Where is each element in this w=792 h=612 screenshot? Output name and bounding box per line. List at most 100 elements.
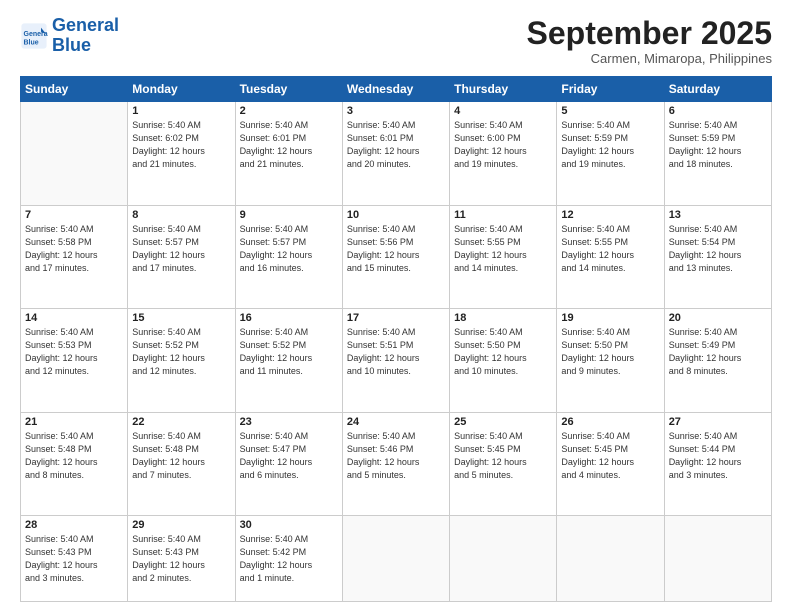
table-row: 27 Sunrise: 5:40 AM Sunset: 5:44 PM Dayli… [664, 412, 771, 515]
table-row: 2Sunrise: 5:40 AM Sunset: 6:01 PM Daylig… [235, 102, 342, 205]
table-row [557, 515, 664, 601]
day-info: Sunrise: 5:40 AM Sunset: 5:59 PM Dayligh… [669, 119, 767, 171]
day-number: 12 [561, 209, 659, 221]
month-title: September 2025 [527, 16, 772, 51]
svg-text:Blue: Blue [24, 39, 39, 46]
day-info: Sunrise: 5:40 AM Sunset: 5:44 PM Dayligh… [669, 430, 767, 482]
day-info: Sunrise: 5:40 AM Sunset: 6:01 PM Dayligh… [347, 119, 445, 171]
table-row [342, 515, 449, 601]
day-number: 29 [132, 519, 230, 531]
day-info: Sunrise: 5:40 AM Sunset: 5:55 PM Dayligh… [454, 223, 552, 275]
day-info: Sunrise: 5:40 AM Sunset: 5:51 PM Dayligh… [347, 326, 445, 378]
page: General Blue GeneralBlue September 2025 … [0, 0, 792, 612]
day-info: Sunrise: 5:40 AM Sunset: 5:57 PM Dayligh… [132, 223, 230, 275]
table-row: 26 Sunrise: 5:40 AM Sunset: 5:45 PM Dayli… [557, 412, 664, 515]
col-friday: Friday [557, 77, 664, 102]
day-info: Sunrise: 5:40 AM Sunset: 5:42 PM Dayligh… [240, 533, 338, 585]
table-row [450, 515, 557, 601]
table-row: 18 Sunrise: 5:40 AM Sunset: 5:50 PM Dayli… [450, 309, 557, 412]
table-row: 11 Sunrise: 5:40 AM Sunset: 5:55 PM Dayli… [450, 205, 557, 308]
day-number: 26 [561, 416, 659, 428]
day-number: 20 [669, 312, 767, 324]
day-number: 24 [347, 416, 445, 428]
day-number: 15 [132, 312, 230, 324]
calendar-week-row: 28 Sunrise: 5:40 AM Sunset: 5:43 PM Dayli… [21, 515, 772, 601]
day-info: Sunrise: 5:40 AM Sunset: 5:52 PM Dayligh… [240, 326, 338, 378]
calendar-week-row: 7 Sunrise: 5:40 AM Sunset: 5:58 PM Daylig… [21, 205, 772, 308]
calendar-header-row: Sunday Monday Tuesday Wednesday Thursday… [21, 77, 772, 102]
calendar-week-row: 1Sunrise: 5:40 AM Sunset: 6:02 PM Daylig… [21, 102, 772, 205]
calendar-table: Sunday Monday Tuesday Wednesday Thursday… [20, 76, 772, 602]
day-info: Sunrise: 5:40 AM Sunset: 5:48 PM Dayligh… [25, 430, 123, 482]
day-number: 21 [25, 416, 123, 428]
day-number: 8 [132, 209, 230, 221]
day-number: 2 [240, 105, 338, 117]
day-number: 19 [561, 312, 659, 324]
logo-text: GeneralBlue [52, 16, 119, 56]
table-row: 9Sunrise: 5:40 AM Sunset: 5:57 PM Daylig… [235, 205, 342, 308]
day-number: 18 [454, 312, 552, 324]
day-number: 27 [669, 416, 767, 428]
day-number: 30 [240, 519, 338, 531]
table-row: 25Sunrise: 5:40 AM Sunset: 5:45 PM Dayli… [450, 412, 557, 515]
table-row: 17 Sunrise: 5:40 AM Sunset: 5:51 PM Dayli… [342, 309, 449, 412]
day-info: Sunrise: 5:40 AM Sunset: 5:50 PM Dayligh… [454, 326, 552, 378]
table-row [664, 515, 771, 601]
day-number: 5 [561, 105, 659, 117]
day-info: Sunrise: 5:40 AM Sunset: 5:43 PM Dayligh… [25, 533, 123, 585]
location: Carmen, Mimaropa, Philippines [527, 51, 772, 66]
table-row: 22 Sunrise: 5:40 AM Sunset: 5:48 PM Dayli… [128, 412, 235, 515]
day-number: 23 [240, 416, 338, 428]
day-number: 28 [25, 519, 123, 531]
day-number: 7 [25, 209, 123, 221]
logo-icon: General Blue [20, 22, 48, 50]
table-row: 21 Sunrise: 5:40 AM Sunset: 5:48 PM Dayli… [21, 412, 128, 515]
table-row: 24 Sunrise: 5:40 AM Sunset: 5:46 PM Dayli… [342, 412, 449, 515]
table-row [21, 102, 128, 205]
table-row: 5 Sunrise: 5:40 AM Sunset: 5:59 PM Daylig… [557, 102, 664, 205]
col-wednesday: Wednesday [342, 77, 449, 102]
day-info: Sunrise: 5:40 AM Sunset: 5:53 PM Dayligh… [25, 326, 123, 378]
day-number: 22 [132, 416, 230, 428]
day-info: Sunrise: 5:40 AM Sunset: 5:43 PM Dayligh… [132, 533, 230, 585]
day-info: Sunrise: 5:40 AM Sunset: 5:52 PM Dayligh… [132, 326, 230, 378]
table-row: 28 Sunrise: 5:40 AM Sunset: 5:43 PM Dayli… [21, 515, 128, 601]
table-row: 12 Sunrise: 5:40 AM Sunset: 5:55 PM Dayli… [557, 205, 664, 308]
header: General Blue GeneralBlue September 2025 … [20, 16, 772, 66]
day-info: Sunrise: 5:40 AM Sunset: 5:48 PM Dayligh… [132, 430, 230, 482]
col-monday: Monday [128, 77, 235, 102]
day-number: 6 [669, 105, 767, 117]
table-row: 19 Sunrise: 5:40 AM Sunset: 5:50 PM Dayli… [557, 309, 664, 412]
day-number: 9 [240, 209, 338, 221]
table-row: 29 Sunrise: 5:40 AM Sunset: 5:43 PM Dayli… [128, 515, 235, 601]
col-tuesday: Tuesday [235, 77, 342, 102]
day-info: Sunrise: 5:40 AM Sunset: 5:58 PM Dayligh… [25, 223, 123, 275]
day-info: Sunrise: 5:40 AM Sunset: 5:45 PM Dayligh… [561, 430, 659, 482]
table-row: 16Sunrise: 5:40 AM Sunset: 5:52 PM Dayli… [235, 309, 342, 412]
logo: General Blue GeneralBlue [20, 16, 119, 56]
col-saturday: Saturday [664, 77, 771, 102]
table-row: 14 Sunrise: 5:40 AM Sunset: 5:53 PM Dayli… [21, 309, 128, 412]
day-info: Sunrise: 5:40 AM Sunset: 5:47 PM Dayligh… [240, 430, 338, 482]
table-row: 10Sunrise: 5:40 AM Sunset: 5:56 PM Dayli… [342, 205, 449, 308]
day-number: 1 [132, 105, 230, 117]
day-info: Sunrise: 5:40 AM Sunset: 5:54 PM Dayligh… [669, 223, 767, 275]
day-number: 14 [25, 312, 123, 324]
calendar-week-row: 14 Sunrise: 5:40 AM Sunset: 5:53 PM Dayli… [21, 309, 772, 412]
day-number: 4 [454, 105, 552, 117]
day-number: 17 [347, 312, 445, 324]
day-info: Sunrise: 5:40 AM Sunset: 5:50 PM Dayligh… [561, 326, 659, 378]
table-row: 7 Sunrise: 5:40 AM Sunset: 5:58 PM Daylig… [21, 205, 128, 308]
day-info: Sunrise: 5:40 AM Sunset: 5:55 PM Dayligh… [561, 223, 659, 275]
table-row: 3 Sunrise: 5:40 AM Sunset: 6:01 PM Daylig… [342, 102, 449, 205]
day-number: 11 [454, 209, 552, 221]
day-number: 3 [347, 105, 445, 117]
day-number: 13 [669, 209, 767, 221]
day-info: Sunrise: 5:40 AM Sunset: 5:46 PM Dayligh… [347, 430, 445, 482]
title-block: September 2025 Carmen, Mimaropa, Philipp… [527, 16, 772, 66]
day-info: Sunrise: 5:40 AM Sunset: 5:56 PM Dayligh… [347, 223, 445, 275]
col-sunday: Sunday [21, 77, 128, 102]
day-info: Sunrise: 5:40 AM Sunset: 5:59 PM Dayligh… [561, 119, 659, 171]
table-row: 13 Sunrise: 5:40 AM Sunset: 5:54 PM Dayli… [664, 205, 771, 308]
table-row: 30 Sunrise: 5:40 AM Sunset: 5:42 PM Dayli… [235, 515, 342, 601]
